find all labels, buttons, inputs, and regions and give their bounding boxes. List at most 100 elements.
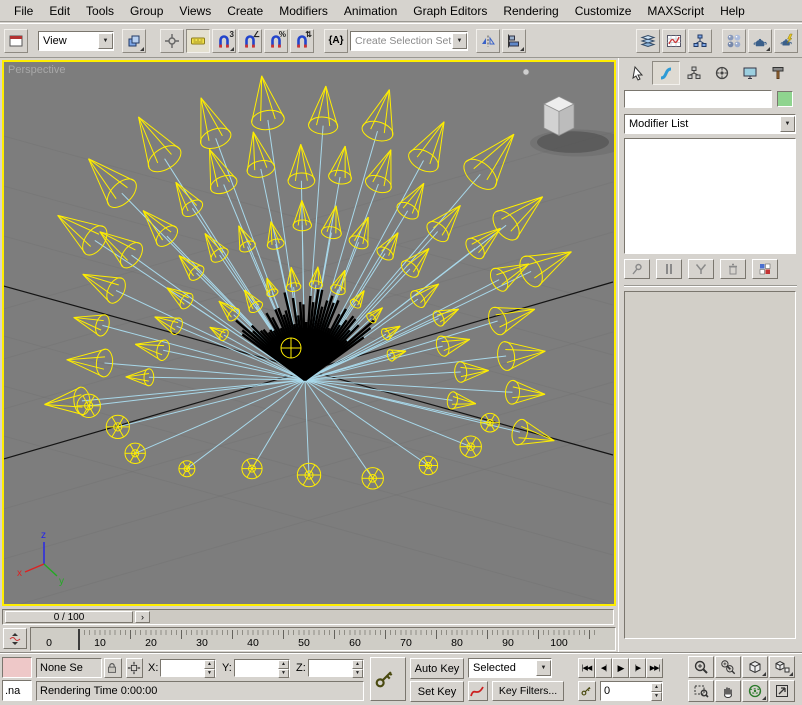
set-key-button[interactable]: Set Key: [410, 681, 464, 702]
tab-modify[interactable]: [652, 61, 680, 85]
set-key-mode-button[interactable]: [370, 657, 406, 701]
tab-create[interactable]: [624, 61, 652, 85]
material-editor-button[interactable]: [722, 29, 746, 53]
absolute-mode-button[interactable]: [126, 658, 143, 678]
make-unique-button[interactable]: [688, 259, 714, 279]
percent-snap-badge: %: [279, 30, 286, 39]
key-filter-set-dropdown[interactable]: Selected ▼: [468, 658, 552, 678]
time-slider-next-button[interactable]: ›: [135, 611, 150, 623]
current-frame-marker[interactable]: [78, 629, 80, 650]
spinner-down-icon[interactable]: ▼: [651, 692, 662, 701]
x-input[interactable]: ▲▼: [160, 659, 216, 677]
remove-modifier-button[interactable]: [720, 259, 746, 279]
reference-coordinate-dropdown[interactable]: View ▼: [38, 31, 114, 51]
spinner-up-icon[interactable]: ▲: [352, 660, 363, 669]
menu-maxscript[interactable]: MAXScript: [639, 1, 712, 21]
default-tangents-button[interactable]: [468, 681, 488, 701]
key-mode-toggle-button[interactable]: [578, 681, 596, 701]
time-slider-handle[interactable]: 0 / 100: [5, 611, 133, 623]
pan-button[interactable]: [715, 680, 741, 702]
perspective-viewport[interactable]: xyz Perspective: [2, 60, 616, 606]
window-button[interactable]: [4, 29, 28, 53]
selection-lock-button[interactable]: [104, 658, 122, 678]
spinner-down-icon[interactable]: ▼: [204, 669, 215, 678]
show-end-result-button[interactable]: [656, 259, 682, 279]
next-frame-button[interactable]: |▶: [629, 658, 646, 678]
min-max-toggle-button[interactable]: [769, 680, 795, 702]
menu-rendering[interactable]: Rendering: [495, 1, 566, 21]
key-filters-button[interactable]: Key Filters...: [492, 681, 564, 701]
menu-edit[interactable]: Edit: [41, 1, 78, 21]
zoom-button[interactable]: [688, 656, 714, 678]
macro-recorder-field[interactable]: [2, 657, 32, 678]
z-spinner[interactable]: ▲▼: [352, 660, 363, 676]
keyboard-override-toggle[interactable]: [186, 29, 210, 53]
use-pivot-center-button[interactable]: [122, 29, 146, 53]
spinner-down-icon[interactable]: ▼: [352, 669, 363, 678]
select-and-manipulate-button[interactable]: [160, 29, 184, 53]
track-bar-ruler[interactable]: 0102030405060708090100: [30, 627, 616, 651]
menu-animation[interactable]: Animation: [336, 1, 405, 21]
named-selection-sets-button[interactable]: {A}: [324, 29, 348, 53]
viewport-scene[interactable]: xyz: [4, 62, 614, 604]
snap-toggle-3d-button[interactable]: 3: [212, 29, 236, 53]
go-to-end-button[interactable]: ▶▶|: [646, 658, 663, 678]
mirror-button[interactable]: [476, 29, 500, 53]
percent-snap-button[interactable]: %: [264, 29, 288, 53]
x-spinner[interactable]: ▲▼: [204, 660, 215, 676]
play-button[interactable]: ▶: [612, 658, 629, 678]
auto-key-button[interactable]: Auto Key: [410, 658, 464, 679]
zoom-region-button[interactable]: [688, 680, 714, 702]
menu-help[interactable]: Help: [712, 1, 753, 21]
menu-file[interactable]: File: [6, 1, 41, 21]
menu-modifiers[interactable]: Modifiers: [271, 1, 336, 21]
menu-tools[interactable]: Tools: [78, 1, 122, 21]
quick-render-icon: [778, 33, 794, 49]
render-scene-button[interactable]: [748, 29, 772, 53]
tab-display[interactable]: [736, 61, 764, 85]
spinner-up-icon[interactable]: ▲: [651, 683, 662, 692]
tab-motion[interactable]: [708, 61, 736, 85]
go-to-start-button[interactable]: |◀◀: [578, 658, 595, 678]
spinner-up-icon[interactable]: ▲: [204, 660, 215, 669]
arc-rotate-button[interactable]: [742, 680, 768, 702]
tab-hierarchy[interactable]: [680, 61, 708, 85]
curve-editor-button[interactable]: [662, 29, 686, 53]
mini-curve-editor-button[interactable]: [3, 628, 27, 649]
layer-manager-button[interactable]: [636, 29, 660, 53]
quick-render-button[interactable]: [774, 29, 798, 53]
menu-create[interactable]: Create: [219, 1, 271, 21]
menu-group[interactable]: Group: [122, 1, 171, 21]
spinner-snap-button[interactable]: ⇅: [290, 29, 314, 53]
spinner-down-icon[interactable]: ▼: [278, 669, 289, 678]
modifier-stack-list[interactable]: [624, 138, 796, 254]
maxscript-mini-listener[interactable]: .na: [2, 680, 32, 701]
modifier-stack-buttons: [624, 259, 797, 279]
frame-spinner[interactable]: ▲▼: [651, 683, 662, 699]
current-frame-input[interactable]: 0 ▲▼: [600, 681, 663, 701]
zoom-extents-all-button[interactable]: [769, 656, 795, 678]
spinner-up-icon[interactable]: ▲: [278, 660, 289, 669]
zoom-all-button[interactable]: [715, 656, 741, 678]
align-button[interactable]: [502, 29, 526, 53]
angle-snap-button[interactable]: ∠: [238, 29, 262, 53]
zoom-extents-button[interactable]: [742, 656, 768, 678]
pin-stack-button[interactable]: [624, 259, 650, 279]
configure-modifier-sets-button[interactable]: [752, 259, 778, 279]
object-color-swatch[interactable]: [777, 91, 793, 107]
rollout-area[interactable]: [624, 291, 796, 639]
tab-utilities[interactable]: [764, 61, 792, 85]
viewport-label[interactable]: Perspective: [8, 64, 65, 76]
menu-views[interactable]: Views: [171, 1, 219, 21]
y-input[interactable]: ▲▼: [234, 659, 290, 677]
time-slider-track[interactable]: 0 / 100 ›: [2, 609, 614, 625]
z-input[interactable]: ▲▼: [308, 659, 364, 677]
object-name-input[interactable]: [624, 90, 772, 108]
previous-frame-button[interactable]: ◀|: [595, 658, 612, 678]
selection-set-dropdown[interactable]: Create Selection Set ▼: [350, 31, 468, 51]
modifier-list-dropdown[interactable]: Modifier List ▼: [624, 114, 796, 134]
menu-customize[interactable]: Customize: [567, 1, 640, 21]
schematic-view-button[interactable]: [688, 29, 712, 53]
y-spinner[interactable]: ▲▼: [278, 660, 289, 676]
menu-graph-editors[interactable]: Graph Editors: [405, 1, 495, 21]
